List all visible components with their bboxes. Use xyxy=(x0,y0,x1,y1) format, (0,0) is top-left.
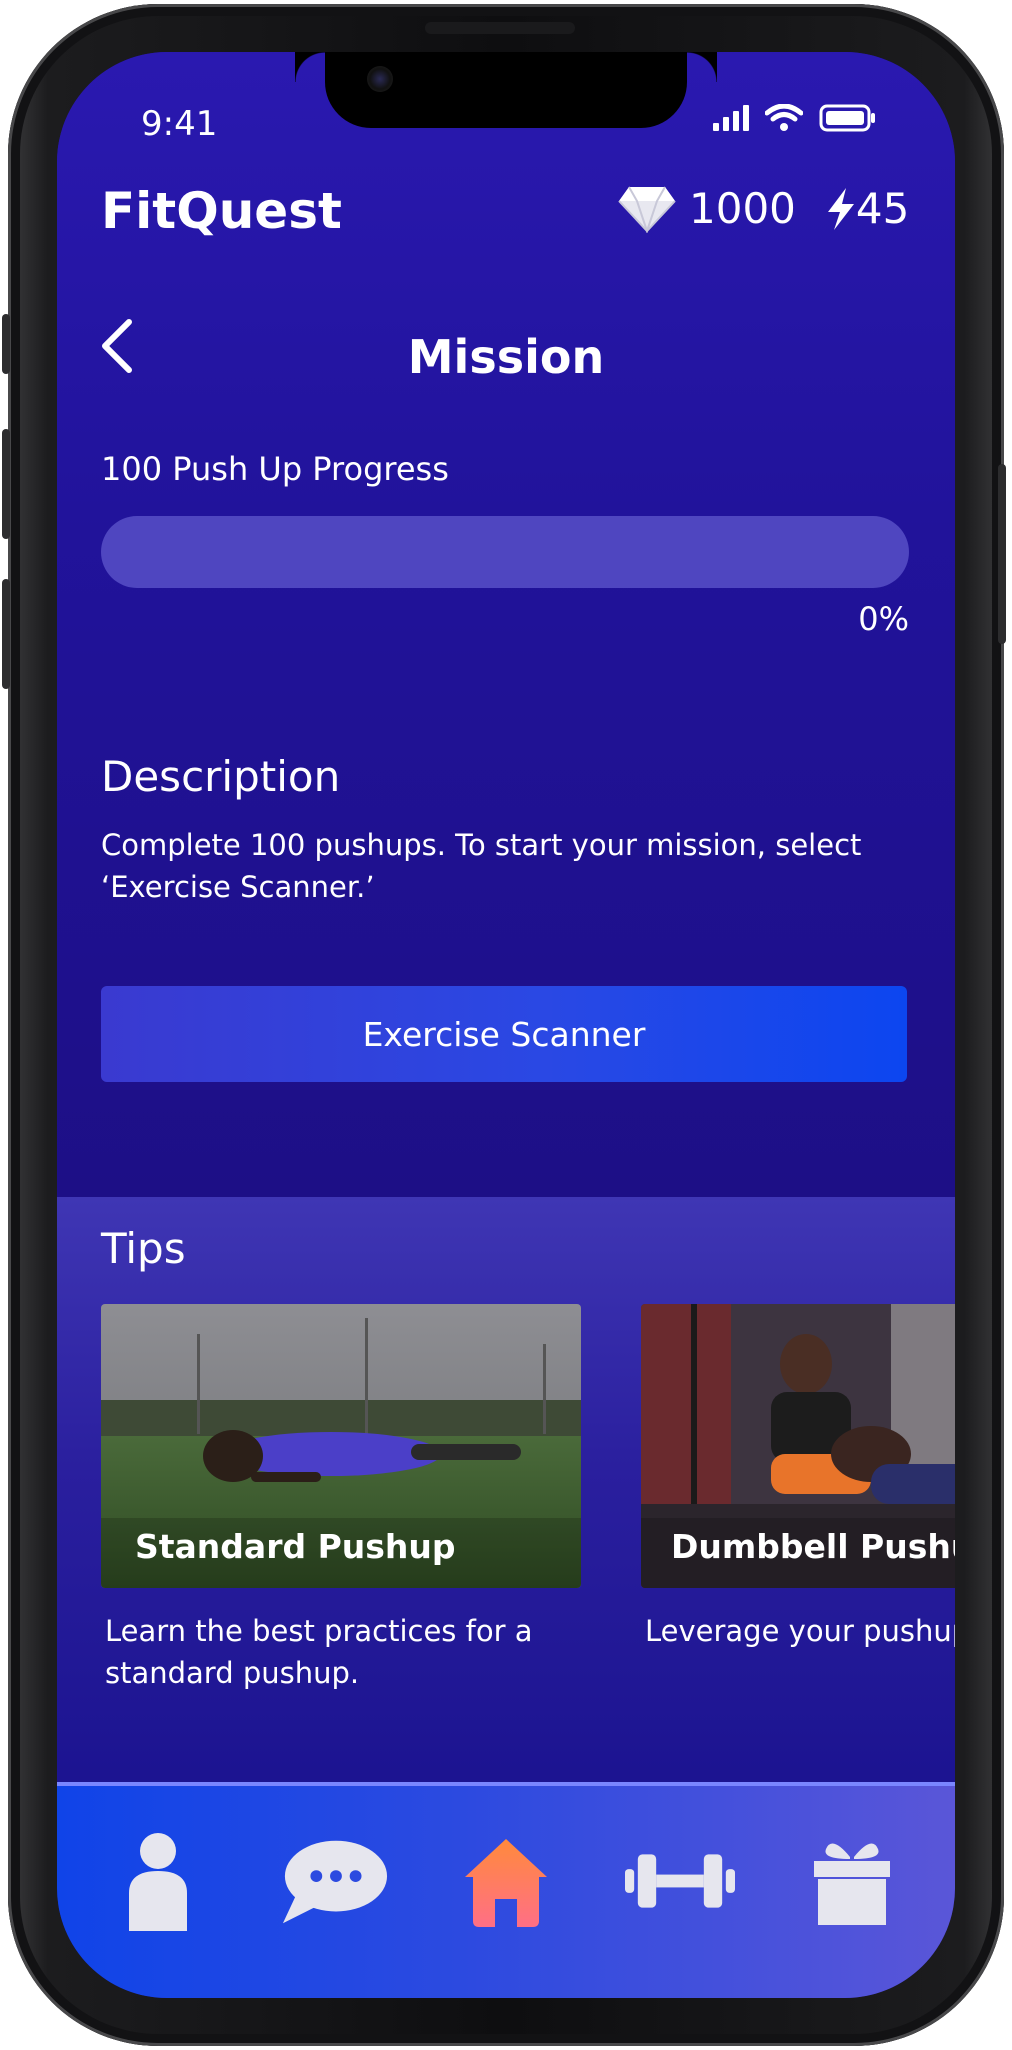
status-icons xyxy=(713,104,877,132)
tip-text-standard-pushup: Learn the best practices for a standard … xyxy=(105,1614,533,1690)
notch xyxy=(325,52,717,128)
nav-chat[interactable] xyxy=(279,1826,389,1936)
diamond-icon xyxy=(618,186,676,233)
chat-icon xyxy=(282,1840,388,1924)
signal-icon xyxy=(713,105,749,131)
description-text: Complete 100 pushups. To start your miss… xyxy=(101,828,862,904)
power-button xyxy=(998,464,1006,644)
volume-up-button xyxy=(2,429,10,539)
status-time: 9:41 xyxy=(141,104,218,144)
progress-bar xyxy=(101,516,909,588)
volume-down-button xyxy=(2,579,10,689)
app-brand: FitQuest xyxy=(101,182,342,240)
home-icon xyxy=(465,1839,547,1927)
tip-image-dumbbell-pushup: Dumbbell Pushup xyxy=(641,1304,955,1588)
tip-image-standard-pushup: Standard Pushup xyxy=(101,1304,581,1588)
speaker-grille xyxy=(425,22,575,34)
tip-card-standard-pushup[interactable]: Standard Pushup Learn the best practices… xyxy=(101,1304,581,1694)
wifi-icon xyxy=(765,104,803,131)
lightning-icon xyxy=(827,187,854,230)
tip-title-dumbbell-pushup: Dumbbell Pushup xyxy=(671,1527,955,1566)
bottom-nav xyxy=(57,1782,955,1998)
nav-home[interactable] xyxy=(451,1826,561,1936)
battery-icon xyxy=(819,104,875,132)
dumbbell-icon xyxy=(625,1854,735,1908)
progress-label: 100 Push Up Progress xyxy=(101,450,449,488)
tip-text-dumbbell-pushup: Leverage your pushup with a dumbell. xyxy=(645,1614,955,1648)
progress-percent: 0% xyxy=(858,600,909,638)
description-title: Description xyxy=(101,752,341,801)
energy-count: 45 xyxy=(855,184,910,233)
tips-title: Tips xyxy=(101,1224,186,1273)
user-stats: 1000 45 xyxy=(617,184,909,233)
profile-icon xyxy=(129,1833,187,1931)
nav-rewards[interactable] xyxy=(797,1826,907,1936)
exercise-scanner-button[interactable]: Exercise Scanner xyxy=(101,986,907,1082)
nav-workouts[interactable] xyxy=(625,1826,735,1936)
gems-count: 1000 xyxy=(689,184,796,233)
phone-screen: 9:41 FitQuest 1000 45 Mission 100 Push U… xyxy=(57,52,955,1998)
tip-title-standard-pushup: Standard Pushup xyxy=(135,1527,456,1566)
nav-profile[interactable] xyxy=(103,1826,213,1936)
tip-card-dumbbell-pushup[interactable]: Dumbbell Pushup Leverage your pushup wit… xyxy=(641,1304,955,1652)
gift-icon xyxy=(814,1843,890,1925)
front-camera xyxy=(367,66,393,92)
page-title: Mission xyxy=(407,330,605,384)
mute-switch xyxy=(2,314,10,374)
